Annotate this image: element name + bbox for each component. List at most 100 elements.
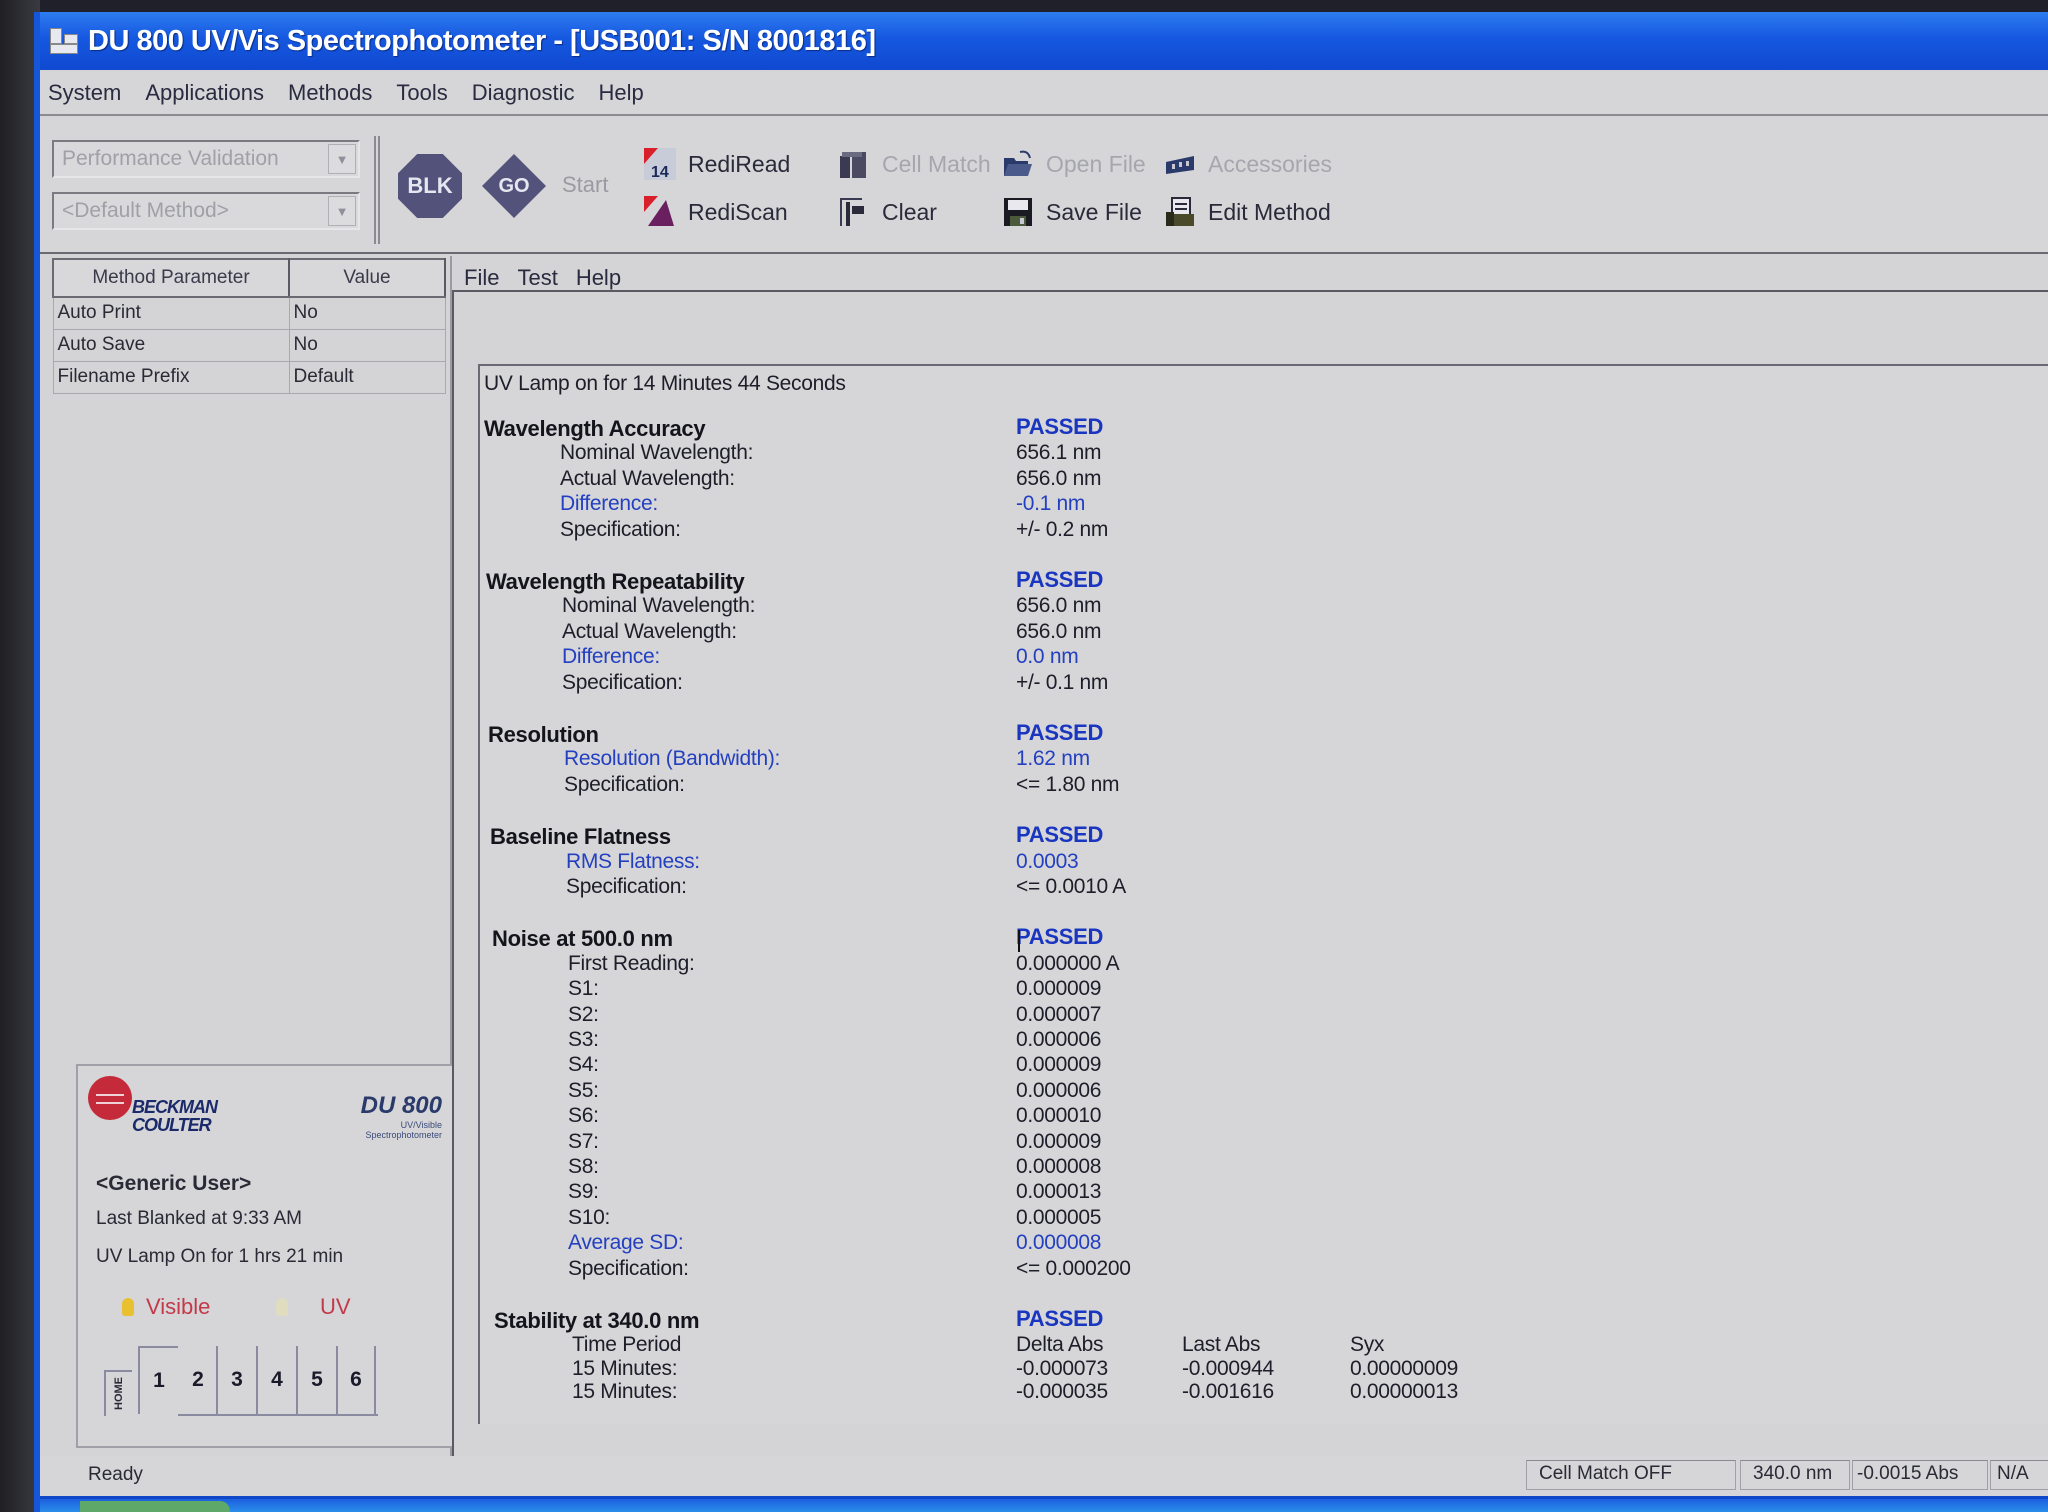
- cell-2[interactable]: 2: [178, 1346, 218, 1414]
- clear-button[interactable]: Clear: [838, 192, 937, 232]
- blank-button[interactable]: BLK: [398, 154, 462, 218]
- uv-lamp-time: UV Lamp On for 1 hrs 21 min: [96, 1246, 344, 1267]
- accessories-button[interactable]: Accessories: [1164, 144, 1332, 184]
- menu-tools[interactable]: Tools: [396, 80, 447, 106]
- save-file-button[interactable]: Save File: [1002, 192, 1142, 232]
- cell-6[interactable]: 6: [336, 1346, 376, 1414]
- param-name: Auto Save: [52, 328, 290, 362]
- app-icon: [50, 28, 80, 54]
- go-button[interactable]: GO: [482, 154, 546, 218]
- toolbar: Performance Validation ▼ <Default Method…: [40, 118, 2048, 254]
- stability-column-header: Last Abs: [1182, 1333, 1261, 1357]
- result-value: 0.000008: [1016, 1155, 1102, 1178]
- table-row[interactable]: Auto Save No: [52, 328, 446, 362]
- brand-line-1: BECKMAN: [132, 1097, 218, 1117]
- menu-bar: System Applications Methods Tools Diagno…: [40, 72, 2048, 116]
- result-value: 656.0 nm: [1016, 619, 1102, 643]
- param-value[interactable]: Default: [288, 360, 446, 394]
- start-label[interactable]: Start: [562, 172, 608, 198]
- window-title: DU 800 UV/Vis Spectrophotometer - [USB00…: [88, 24, 876, 57]
- menu-applications[interactable]: Applications: [145, 80, 264, 106]
- status-bar: Ready Cell Match OFF 340.0 nm -0.0015 Ab…: [40, 1456, 2048, 1496]
- menu-help[interactable]: Help: [598, 80, 643, 106]
- bulb-on-icon: [122, 1298, 134, 1316]
- section-title: Wavelength Repeatability: [486, 569, 745, 594]
- cell-1[interactable]: 1: [138, 1346, 178, 1414]
- result-label: S4:: [568, 1053, 599, 1077]
- visible-lamp-label: Visible: [146, 1294, 211, 1319]
- table-row[interactable]: Auto Print No: [52, 296, 446, 330]
- uv-lamp-indicator[interactable]: UV: [276, 1294, 351, 1320]
- open-folder-icon: [1002, 148, 1034, 180]
- rediread-label: RediRead: [688, 150, 791, 177]
- cell-home[interactable]: HOME: [104, 1370, 132, 1416]
- column-header-value[interactable]: Value: [288, 258, 446, 298]
- submenu-file[interactable]: File: [464, 265, 499, 291]
- os-taskbar: [40, 1496, 2048, 1512]
- submenu-test[interactable]: Test: [517, 265, 557, 291]
- application-select[interactable]: Performance Validation ▼: [52, 140, 360, 178]
- chevron-down-icon[interactable]: ▼: [328, 196, 356, 226]
- cell-5[interactable]: 5: [296, 1346, 336, 1414]
- result-label: S3:: [568, 1028, 599, 1051]
- param-value[interactable]: No: [288, 296, 446, 330]
- section-title: Stability at 340.0 nm: [494, 1308, 700, 1333]
- result-label: Specification:: [568, 1256, 689, 1280]
- clipped-row-remnant: [480, 1407, 2048, 1424]
- result-label: S8:: [568, 1155, 599, 1178]
- menu-methods[interactable]: Methods: [288, 80, 372, 106]
- stability-column-header: Syx: [1350, 1333, 1385, 1357]
- visible-lamp-indicator[interactable]: Visible: [122, 1294, 210, 1320]
- rediread-button[interactable]: 14 RediRead: [644, 144, 790, 184]
- result-value: 0.000008: [1016, 1231, 1102, 1255]
- submenu-help[interactable]: Help: [576, 265, 621, 291]
- cell-3[interactable]: 3: [216, 1346, 256, 1414]
- rediscan-icon: [644, 196, 676, 228]
- result-value: 0.000007: [1016, 1002, 1102, 1026]
- table-header-row: Method Parameter Value: [52, 258, 446, 298]
- status-cell-match: Cell Match OFF: [1526, 1460, 1736, 1490]
- rediscan-button[interactable]: RediScan: [644, 192, 788, 232]
- open-file-button[interactable]: Open File: [1002, 144, 1146, 184]
- result-label: S1:: [568, 977, 599, 1001]
- stability-cell: -0.000944: [1182, 1356, 1274, 1380]
- param-value[interactable]: No: [288, 328, 446, 362]
- method-parameter-table: Method Parameter Value Auto Print No Aut…: [52, 258, 446, 394]
- edit-method-button[interactable]: Edit Method: [1164, 192, 1331, 232]
- menu-system[interactable]: System: [48, 80, 121, 106]
- title-bar[interactable]: DU 800 UV/Vis Spectrophotometer - [USB00…: [40, 12, 2048, 70]
- os-start-button[interactable]: [80, 1501, 230, 1512]
- blank-button-label: BLK: [407, 173, 453, 198]
- result-value: <= 1.80 nm: [1016, 772, 1120, 796]
- column-header-parameter[interactable]: Method Parameter: [52, 258, 290, 298]
- table-row[interactable]: Filename Prefix Default: [52, 360, 446, 394]
- result-label: Nominal Wavelength:: [560, 441, 754, 465]
- result-value: 1.62 nm: [1016, 747, 1090, 771]
- cell-4[interactable]: 4: [256, 1346, 296, 1414]
- chevron-down-icon[interactable]: ▼: [328, 144, 356, 174]
- method-select[interactable]: <Default Method> ▼: [52, 192, 360, 230]
- result-value: 0.000006: [1016, 1028, 1102, 1051]
- result-label: S9:: [568, 1180, 599, 1204]
- cell-match-icon: [838, 148, 870, 180]
- section-result-badge: PASSED: [1016, 414, 1104, 439]
- result-value: 0.0 nm: [1016, 645, 1079, 669]
- stability-cell: 0.00000013: [1350, 1380, 1458, 1404]
- result-label: S6:: [568, 1104, 599, 1128]
- text-cursor-icon: [1018, 930, 1020, 953]
- menu-diagnostic[interactable]: Diagnostic: [472, 80, 575, 106]
- result-value: 656.0 nm: [1016, 594, 1102, 618]
- result-label: Specification:: [560, 517, 681, 541]
- validation-report[interactable]: UV Lamp on for 14 Minutes 44 Seconds Wav…: [478, 364, 2048, 1424]
- accessories-icon: [1164, 148, 1196, 180]
- result-value: 0.0003: [1016, 849, 1079, 873]
- result-label: S7:: [568, 1129, 599, 1153]
- method-select-value: <Default Method>: [62, 199, 229, 222]
- result-label: Actual Wavelength:: [560, 466, 735, 490]
- cell-match-button[interactable]: Cell Match: [838, 144, 991, 184]
- section-result-badge: PASSED: [1016, 720, 1104, 745]
- status-wavelength: 340.0 nm: [1740, 1460, 1850, 1490]
- result-value: +/- 0.1 nm: [1016, 670, 1109, 694]
- section-title: Noise at 500.0 nm: [492, 926, 673, 952]
- result-label: Resolution (Bandwidth):: [564, 747, 781, 771]
